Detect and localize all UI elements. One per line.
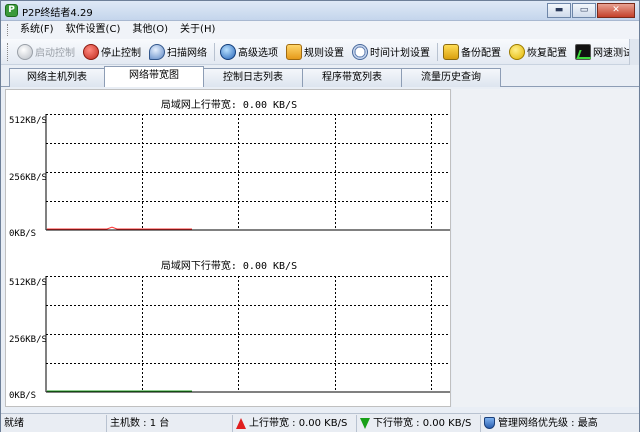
backup-icon xyxy=(443,43,459,60)
status-download-text: 下行带宽 : 0.00 KB/S xyxy=(373,417,472,429)
tab-host-list[interactable]: 网络主机列表 xyxy=(9,68,105,87)
menu-grip xyxy=(7,24,10,36)
restore-icon xyxy=(509,43,525,60)
scan-network-label: 扫描网络 xyxy=(167,48,207,59)
app-icon: P xyxy=(5,4,18,17)
tab-control-log[interactable]: 控制日志列表 xyxy=(203,68,303,87)
status-upload: 上行带宽 : 0.00 KB/S xyxy=(233,414,357,432)
shield-icon xyxy=(484,417,495,429)
tab-program-bandwidth[interactable]: 程序带宽列表 xyxy=(302,68,402,87)
maximize-button[interactable]: ▭ xyxy=(572,3,596,18)
rule-settings-button[interactable]: 规则设置 xyxy=(283,41,347,63)
upload-arrow-icon xyxy=(236,417,246,429)
start-icon xyxy=(17,43,33,60)
menu-other[interactable]: 其他(O) xyxy=(126,21,174,39)
schedule-settings-label: 时间计划设置 xyxy=(370,48,430,59)
speed-test-label: 网速测试 xyxy=(593,48,633,59)
toolbar: 启动控制 停止控制 扫描网络 高级选项 规则设置 时间计划设置 备份配置 恢复配… xyxy=(1,39,639,65)
download-ytick-mid: 256KB/S xyxy=(9,335,47,345)
backup-config-label: 备份配置 xyxy=(461,48,501,59)
status-upload-text: 上行带宽 : 0.00 KB/S xyxy=(249,417,348,429)
minimize-button[interactable]: ▬ xyxy=(547,3,571,18)
advanced-options-label: 高级选项 xyxy=(238,48,278,59)
status-priority: 管理网络优先级 : 最高 xyxy=(481,415,635,432)
toolbar-grip xyxy=(7,42,10,61)
toolbar-separator xyxy=(214,42,215,61)
close-button[interactable]: ✕ xyxy=(597,3,635,18)
menu-bar: 系统(F) 软件设置(C) 其他(O) 关于(H) xyxy=(1,21,639,39)
main-window: P P2P终结者4.29 ▬ ▭ ✕ 系统(F) 软件设置(C) 其他(O) 关… xyxy=(0,0,640,432)
start-control-label: 启动控制 xyxy=(35,48,75,59)
menu-settings[interactable]: 软件设置(C) xyxy=(60,21,127,39)
toolbar-separator xyxy=(437,42,438,61)
download-chart-title: 局域网下行带宽: 0.00 KB/S xyxy=(160,261,298,272)
globe-icon xyxy=(220,43,236,60)
magnifier-icon xyxy=(149,43,165,60)
start-control-button[interactable]: 启动控制 xyxy=(14,41,78,63)
status-ready: 就绪 xyxy=(1,414,107,432)
upload-chart-title: 局域网上行带宽: 0.00 KB/S xyxy=(160,100,298,111)
download-bandwidth-chart xyxy=(45,276,450,393)
tab-bandwidth-chart[interactable]: 网络带宽图 xyxy=(104,66,204,87)
upload-series-line xyxy=(47,226,192,230)
upload-ytick-zero: 0KB/S xyxy=(9,229,37,239)
title-bar[interactable]: P P2P终结者4.29 ▬ ▭ ✕ xyxy=(1,1,639,21)
stop-icon xyxy=(83,43,99,60)
speed-test-button[interactable]: 网速测试 xyxy=(572,41,636,63)
download-ytick-zero: 0KB/S xyxy=(9,391,37,401)
advanced-options-button[interactable]: 高级选项 xyxy=(217,41,281,63)
download-arrow-icon xyxy=(360,417,370,429)
empty-side-area xyxy=(452,89,638,407)
toolbar-overflow-scrollbar[interactable] xyxy=(629,39,639,65)
status-host-count: 主机数 : 1 台 xyxy=(107,414,233,432)
upload-bandwidth-chart xyxy=(45,114,450,231)
stop-control-label: 停止控制 xyxy=(101,48,141,59)
clock-icon xyxy=(352,43,368,60)
upload-ytick-max: 512KB/S xyxy=(9,116,47,126)
menu-system[interactable]: 系统(F) xyxy=(14,21,60,39)
monitor-icon xyxy=(575,43,591,60)
schedule-settings-button[interactable]: 时间计划设置 xyxy=(349,41,433,63)
window-title: P2P终结者4.29 xyxy=(22,8,93,19)
restore-config-button[interactable]: 恢复配置 xyxy=(506,41,570,63)
restore-config-label: 恢复配置 xyxy=(527,48,567,59)
download-ytick-max: 512KB/S xyxy=(9,278,47,288)
bandwidth-chart-panel: 局域网上行带宽: 0.00 KB/S 512KB/S 256KB/S 0KB/S… xyxy=(5,89,451,407)
window-controls: ▬ ▭ ✕ xyxy=(546,3,635,19)
rule-settings-label: 规则设置 xyxy=(304,48,344,59)
rules-icon xyxy=(286,43,302,60)
tab-traffic-history[interactable]: 流量历史查询 xyxy=(401,68,501,87)
menu-about[interactable]: 关于(H) xyxy=(174,21,221,39)
status-download: 下行带宽 : 0.00 KB/S xyxy=(357,414,481,432)
backup-config-button[interactable]: 备份配置 xyxy=(440,41,504,63)
status-bar: 就绪 主机数 : 1 台 上行带宽 : 0.00 KB/S 下行带宽 : 0.0… xyxy=(1,413,639,432)
tab-strip: 网络主机列表 网络带宽图 控制日志列表 程序带宽列表 流量历史查询 xyxy=(1,66,639,87)
stop-control-button[interactable]: 停止控制 xyxy=(80,41,144,63)
status-priority-text: 管理网络优先级 : 最高 xyxy=(498,417,598,429)
upload-ytick-mid: 256KB/S xyxy=(9,173,47,183)
scan-network-button[interactable]: 扫描网络 xyxy=(146,41,210,63)
